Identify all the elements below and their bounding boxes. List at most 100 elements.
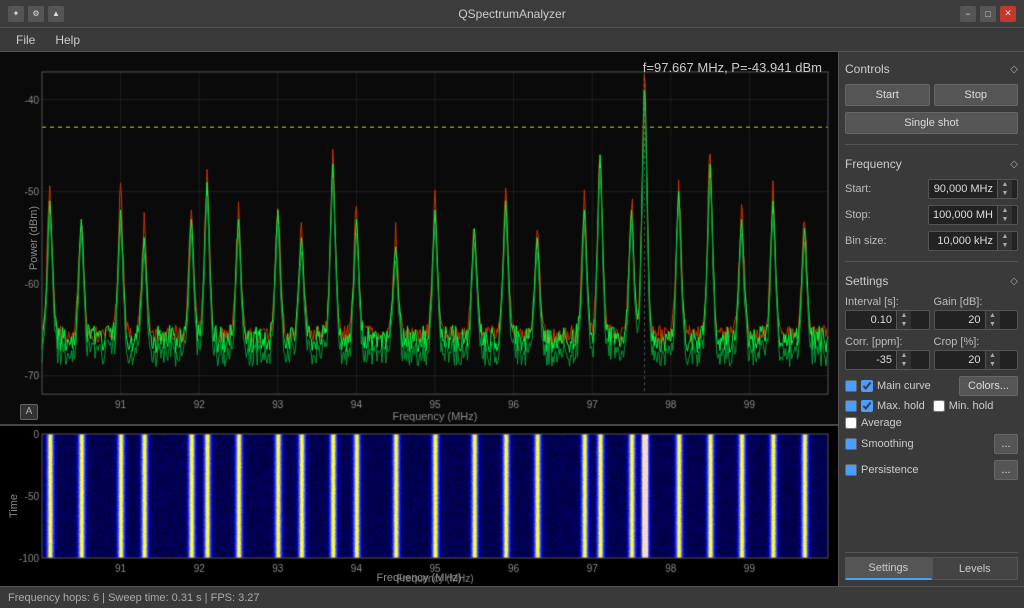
freq-binsize-row: Bin size: ▲ ▼ <box>845 231 1018 251</box>
minimize-button[interactable]: − <box>960 6 976 22</box>
settings-section-header: Settings ◇ <box>845 274 1018 288</box>
corr-input[interactable] <box>846 354 896 366</box>
window-title: QSpectrumAnalyzer <box>458 7 565 21</box>
crop-group: Crop [%]: ▲ ▼ <box>934 336 1019 370</box>
gain-up[interactable]: ▲ <box>986 311 1000 320</box>
gain-spinners: ▲ ▼ <box>985 311 1000 329</box>
colors-button[interactable]: Colors... <box>959 376 1018 396</box>
max-hold-checkbox[interactable] <box>861 400 873 412</box>
max-hold-color-box <box>845 400 857 412</box>
corr-crop-row: Corr. [ppm]: ▲ ▼ Crop [%]: ▲ ▼ <box>845 336 1018 370</box>
corr-up[interactable]: ▲ <box>897 351 911 360</box>
waterfall-panel: Time Frequency (MHz) <box>0 426 838 586</box>
freq-binsize-up[interactable]: ▲ <box>998 232 1012 241</box>
gain-down[interactable]: ▼ <box>986 320 1000 329</box>
average-label: Average <box>861 417 902 429</box>
min-hold-label: Min. hold <box>949 400 994 412</box>
main-curve-label: Main curve <box>877 380 931 392</box>
interval-label: Interval [s]: <box>845 296 930 308</box>
freq-start-input[interactable] <box>929 183 997 195</box>
crop-down[interactable]: ▼ <box>986 360 1000 369</box>
freq-stop-down[interactable]: ▼ <box>998 215 1012 224</box>
persistence-dots-button[interactable]: ... <box>994 460 1018 480</box>
freq-stop-row: Stop: ▲ ▼ <box>845 205 1018 225</box>
crop-up[interactable]: ▲ <box>986 351 1000 360</box>
main-curve-checkbox-row: Main curve <box>845 380 955 392</box>
smoothing-dots-button[interactable]: ... <box>994 434 1018 454</box>
freq-stop-up[interactable]: ▲ <box>998 206 1012 215</box>
freq-start-input-wrap: ▲ ▼ <box>928 179 1018 199</box>
waterfall-y-label: Time <box>8 494 20 518</box>
freq-binsize-input-wrap: ▲ ▼ <box>928 231 1018 251</box>
min-hold-row: Min. hold <box>933 400 994 412</box>
interval-input[interactable] <box>846 314 896 326</box>
corr-label: Corr. [ppm]: <box>845 336 930 348</box>
menu-help[interactable]: Help <box>45 31 90 49</box>
single-shot-row: Single shot <box>845 112 1018 134</box>
maximize-button[interactable]: □ <box>980 6 996 22</box>
freq-binsize-input[interactable] <box>929 235 997 247</box>
main-curve-color-box <box>845 380 857 392</box>
start-button[interactable]: Start <box>845 84 930 106</box>
persistence-color-box <box>845 464 857 476</box>
tab-settings[interactable]: Settings <box>845 557 932 580</box>
titlebar: ✦ ⚙ ▲ QSpectrumAnalyzer − □ ✕ <box>0 0 1024 28</box>
freq-binsize-down[interactable]: ▼ <box>998 241 1012 250</box>
freq-start-spinners: ▲ ▼ <box>997 180 1012 198</box>
average-checkbox[interactable] <box>845 417 857 429</box>
titlebar-window-icons: ✦ ⚙ ▲ <box>8 6 64 22</box>
crop-input[interactable] <box>935 354 985 366</box>
gain-group: Gain [dB]: ▲ ▼ <box>934 296 1019 330</box>
freq-start-up[interactable]: ▲ <box>998 180 1012 189</box>
single-shot-button[interactable]: Single shot <box>845 112 1018 134</box>
controls-label: Controls <box>845 62 890 76</box>
corr-down[interactable]: ▼ <box>897 360 911 369</box>
window-controls: − □ ✕ <box>960 6 1016 22</box>
waterfall-canvas <box>0 426 838 586</box>
controls-section-header: Controls ◇ <box>845 62 1018 76</box>
freq-start-row: Start: ▲ ▼ <box>845 179 1018 199</box>
interval-down[interactable]: ▼ <box>897 320 911 329</box>
spectrum-panel: f=97.667 MHz, P=-43.941 dBm Power (dBm) … <box>0 52 838 426</box>
main-curve-checkbox[interactable] <box>861 380 873 392</box>
main-content: f=97.667 MHz, P=-43.941 dBm Power (dBm) … <box>0 52 1024 586</box>
statusbar: Frequency hops: 6 | Sweep time: 0.31 s |… <box>0 586 1024 608</box>
stop-button[interactable]: Stop <box>934 84 1019 106</box>
smoothing-row: Smoothing ... <box>845 434 1018 454</box>
app-icon-2: ⚙ <box>28 6 44 22</box>
freq-power-label: f=97.667 MHz, P=-43.941 dBm <box>643 60 822 75</box>
menu-file[interactable]: File <box>6 31 45 49</box>
interval-up[interactable]: ▲ <box>897 311 911 320</box>
freq-binsize-label: Bin size: <box>845 235 928 247</box>
smoothing-label: Smoothing <box>861 438 990 450</box>
a-button[interactable]: A <box>20 404 38 420</box>
start-stop-row: Start Stop <box>845 84 1018 106</box>
chart-area: f=97.667 MHz, P=-43.941 dBm Power (dBm) … <box>0 52 839 586</box>
interval-gain-row: Interval [s]: ▲ ▼ Gain [dB]: ▲ ▼ <box>845 296 1018 330</box>
freq-stop-input[interactable] <box>929 209 997 221</box>
frequency-section-header: Frequency ◇ <box>845 157 1018 171</box>
tab-levels[interactable]: Levels <box>932 557 1019 580</box>
right-panel: Controls ◇ Start Stop Single shot Freque… <box>839 52 1024 586</box>
controls-diamond: ◇ <box>1010 64 1018 75</box>
settings-diamond: ◇ <box>1010 276 1018 287</box>
gain-label: Gain [dB]: <box>934 296 1019 308</box>
waterfall-x-label: Frequency (MHz) <box>377 572 462 584</box>
y-axis-label: Power (dBm) <box>28 206 40 270</box>
app-icon-1: ✦ <box>8 6 24 22</box>
persistence-row: Persistence ... <box>845 460 1018 480</box>
statusbar-text: Frequency hops: 6 | Sweep time: 0.31 s |… <box>8 592 260 604</box>
app-icon-3: ▲ <box>48 6 64 22</box>
frequency-label: Frequency <box>845 157 902 171</box>
freq-binsize-spinners: ▲ ▼ <box>997 232 1012 250</box>
frequency-diamond: ◇ <box>1010 159 1018 170</box>
gain-input-wrap: ▲ ▼ <box>934 310 1019 330</box>
divider-2 <box>845 261 1018 262</box>
gain-input[interactable] <box>935 314 985 326</box>
freq-stop-input-wrap: ▲ ▼ <box>928 205 1018 225</box>
close-button[interactable]: ✕ <box>1000 6 1016 22</box>
freq-start-down[interactable]: ▼ <box>998 189 1012 198</box>
min-hold-checkbox[interactable] <box>933 400 945 412</box>
corr-input-wrap: ▲ ▼ <box>845 350 930 370</box>
max-hold-label: Max. hold <box>877 400 925 412</box>
